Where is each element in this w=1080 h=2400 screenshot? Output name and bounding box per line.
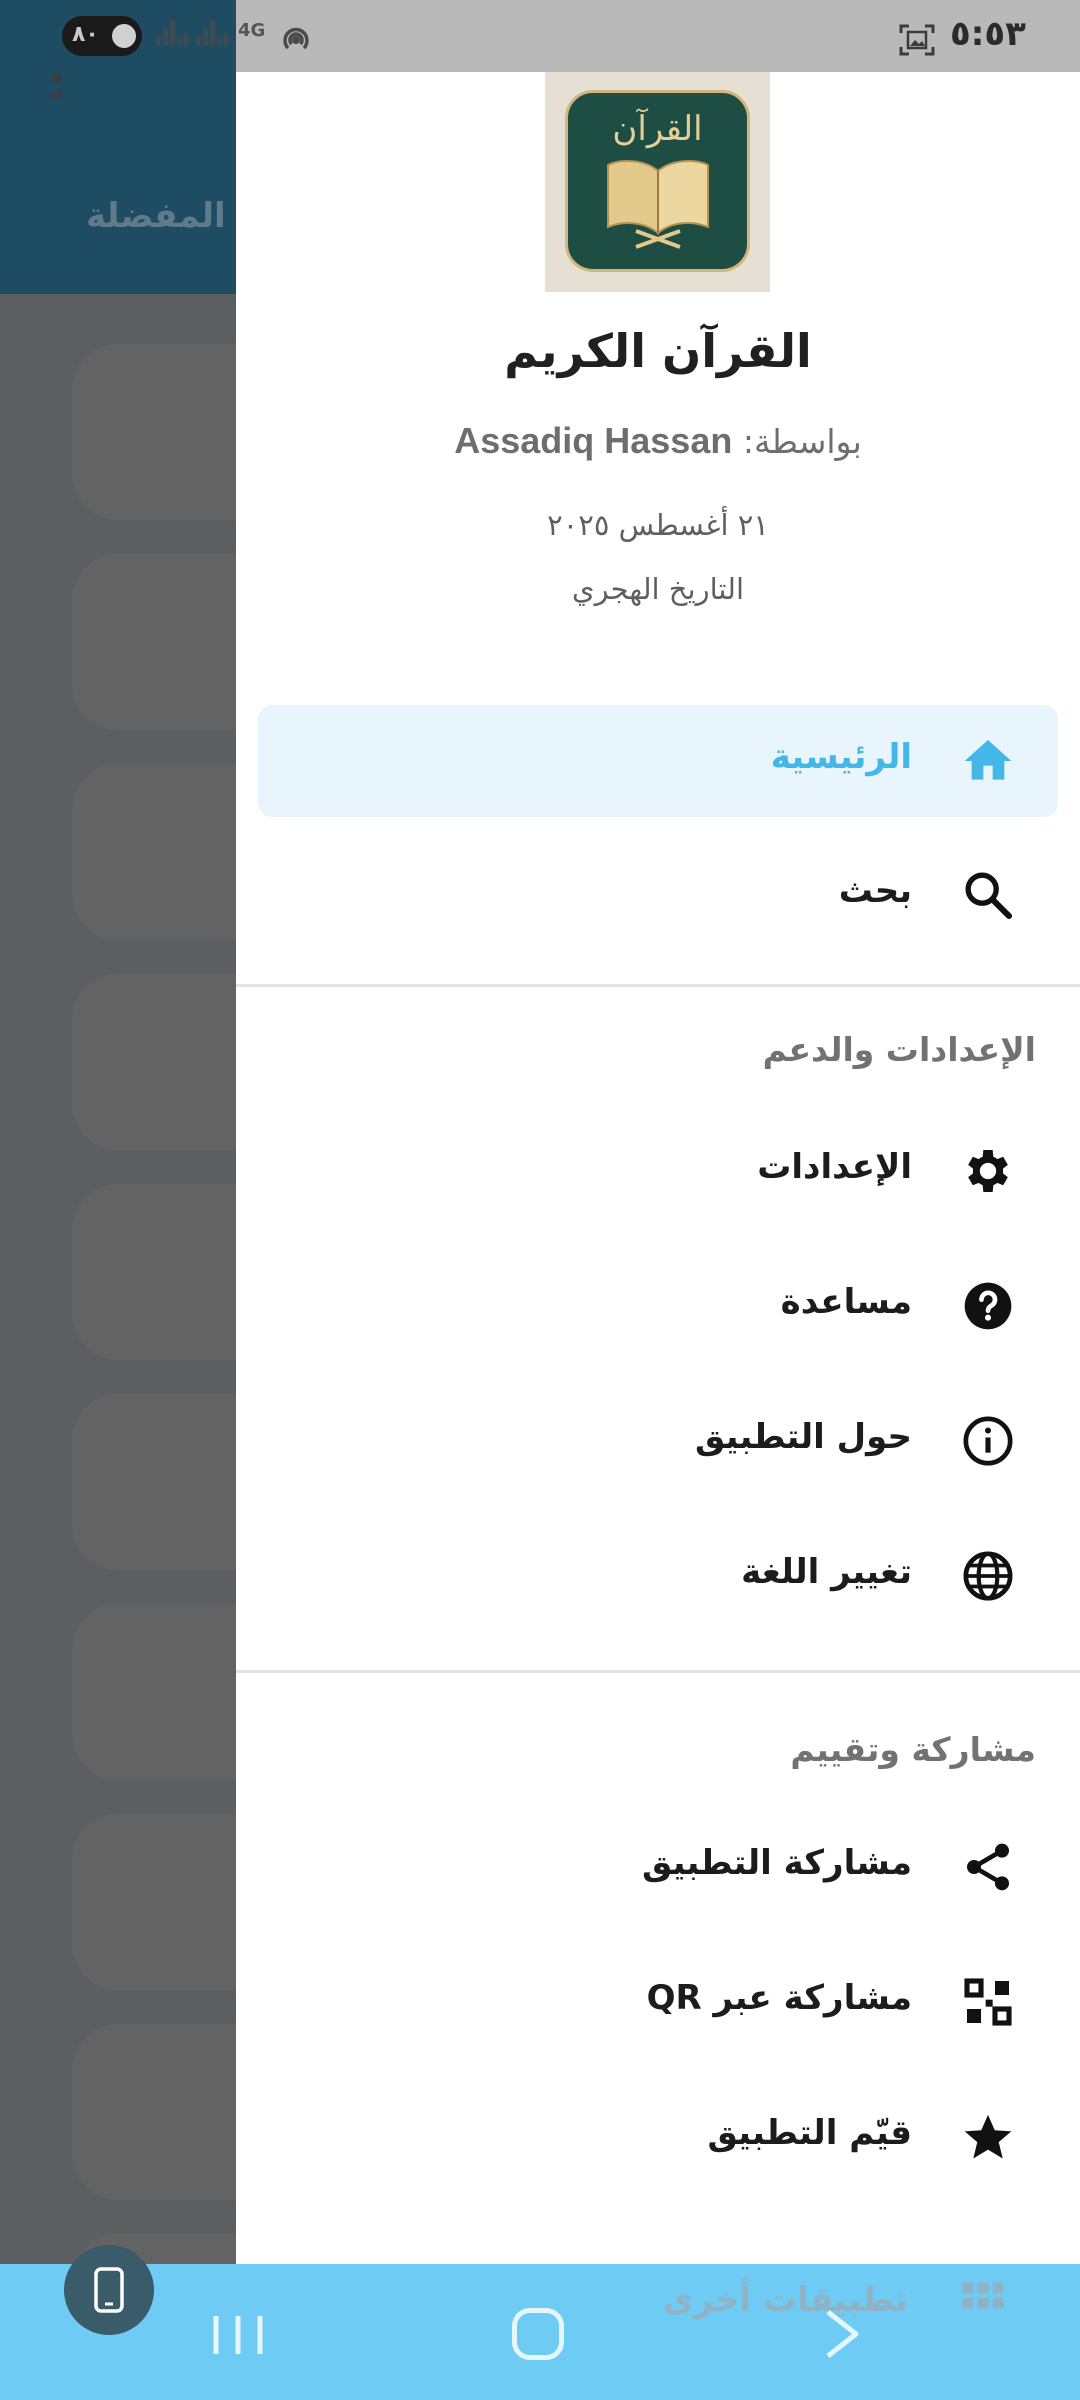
background-tab-favorites: المفضلة [86, 196, 226, 236]
app-logo: القرآن [545, 72, 770, 292]
nav-item-label: حول التطبيق [695, 1417, 912, 1457]
nav-item-home[interactable]: الرئيسية [258, 705, 1058, 817]
app-logo-text: القرآن [612, 109, 703, 149]
nav-item-label: قيّم التطبيق [707, 2113, 912, 2153]
nav-item-settings[interactable]: الإعدادات [258, 1115, 1058, 1227]
nav-item-label: تغيير اللغة [741, 1552, 912, 1592]
author-name: Assadiq Hassan [454, 420, 733, 461]
hotspot-icon [283, 27, 309, 50]
home-button[interactable] [512, 2308, 564, 2360]
divider [236, 984, 1080, 987]
globe-icon [963, 1551, 1013, 1601]
nav-item-share-qr[interactable]: مشاركة عبر QR [258, 1946, 1058, 2058]
phone-mode-button[interactable] [64, 2245, 154, 2335]
nav-item-help[interactable]: مساعدة [258, 1250, 1058, 1362]
nav-item-label: مشاركة التطبيق [641, 1843, 912, 1883]
book-icon [607, 160, 709, 249]
nav-item-label: بحث [838, 871, 912, 911]
nav-item-language[interactable]: تغيير اللغة [258, 1520, 1058, 1632]
section-title-share: مشاركة وتقييم [790, 1730, 1036, 1769]
nav-item-share-app[interactable]: مشاركة التطبيق [258, 1811, 1058, 1923]
hijri-date: التاريخ الهجري [571, 572, 745, 606]
nav-item-other-apps[interactable]: تطبيقات أخرى [663, 2280, 908, 2320]
author-prefix: بواسطة: [742, 422, 862, 461]
navigation-drawer: القرآن القرآن الكريم بواسطة: Assadiq Has… [236, 72, 1080, 2264]
qr-icon [964, 1978, 1012, 2026]
share-icon [967, 1843, 1009, 1891]
help-icon [964, 1282, 1012, 1330]
search-icon [965, 872, 1013, 920]
info-icon [963, 1416, 1013, 1466]
apps-grid-icon [962, 2282, 1004, 2309]
signal-icon [196, 20, 231, 54]
nav-item-label: مساعدة [780, 1282, 912, 1322]
app-author: بواسطة: Assadiq Hassan [236, 420, 1080, 462]
app-title: القرآن الكريم [504, 324, 812, 378]
screenshot-icon [899, 24, 935, 56]
phone-icon [94, 2267, 124, 2313]
nav-item-about[interactable]: حول التطبيق [258, 1385, 1058, 1497]
nav-item-label: مشاركة عبر QR [646, 1978, 912, 2018]
star-icon [964, 2114, 1012, 2159]
gregorian-date: ٢١ أغسطس ٢٠٢٥ [547, 508, 769, 542]
signal-icon [156, 20, 191, 54]
battery-level: ٨٠ [72, 22, 99, 47]
nav-item-rate-app[interactable]: قيّم التطبيق [258, 2081, 1058, 2193]
clock: ٥:٥٣ [950, 14, 1026, 54]
home-icon [964, 740, 1012, 780]
nav-item-search[interactable]: بحث [258, 839, 1058, 951]
recents-button[interactable] [208, 2310, 268, 2360]
network-type: 4G [238, 20, 266, 41]
back-button[interactable] [818, 2306, 868, 2362]
section-title-settings: الإعدادات والدعم [762, 1030, 1036, 1069]
nav-item-label: الرئيسية [770, 737, 912, 777]
divider [236, 1670, 1080, 1673]
nav-item-label: الإعدادات [757, 1147, 912, 1187]
status-bar: ٨٠ 4G ٥:٥٣ [0, 0, 1080, 72]
gear-icon [968, 1150, 1008, 1192]
